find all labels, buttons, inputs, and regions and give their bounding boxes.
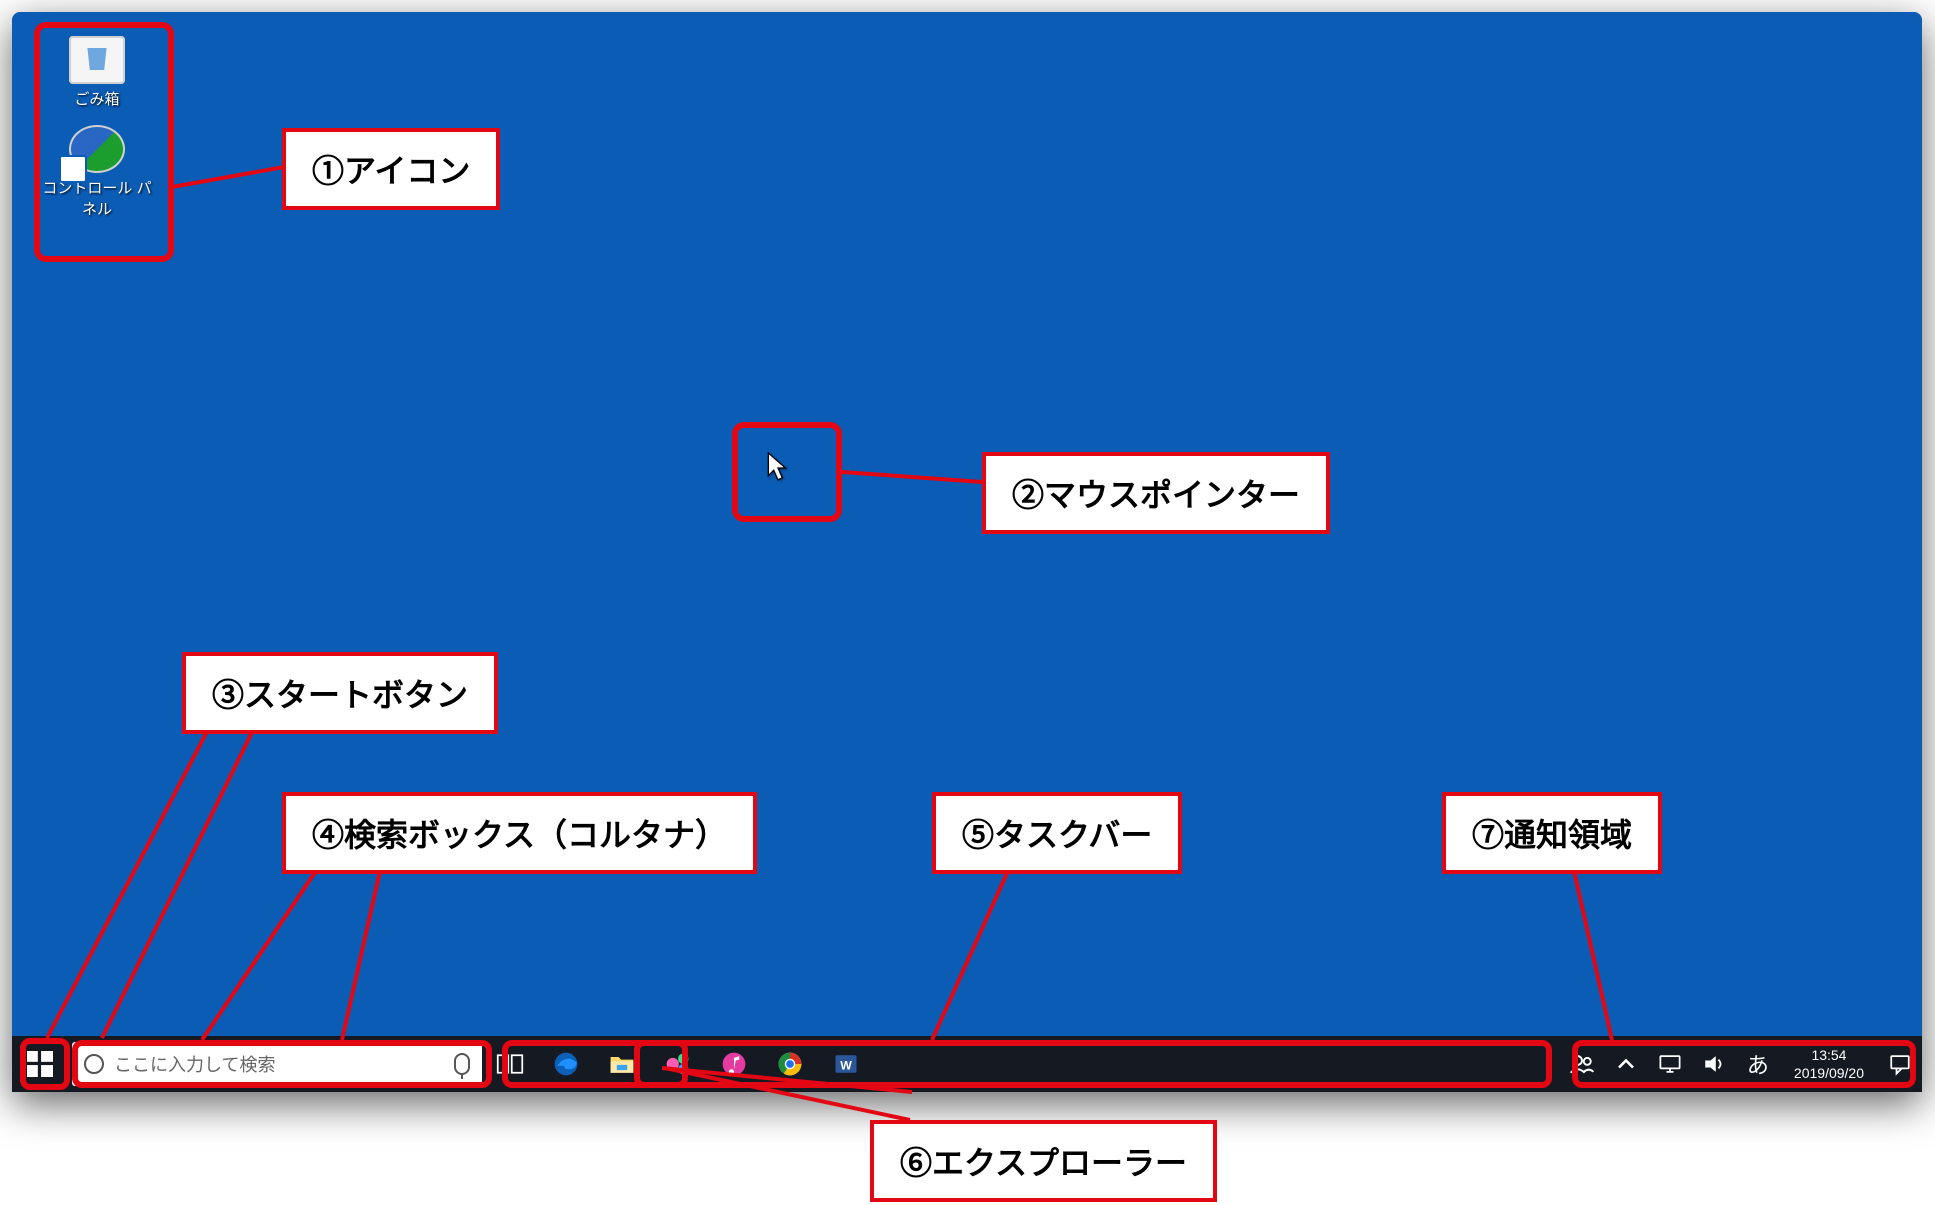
- pinned-apps: W: [482, 1036, 874, 1092]
- search-box-cortana[interactable]: ここに入力して検索: [72, 1042, 482, 1086]
- desktop-icon-control-panel[interactable]: コントロール パネル: [42, 119, 152, 229]
- annotation-5: ⑤タスクバー: [932, 792, 1182, 874]
- annotation-6: ⑥エクスプローラー: [870, 1120, 1217, 1202]
- edge-icon[interactable]: [538, 1036, 594, 1092]
- leader-3a: [47, 722, 212, 1038]
- recycle-bin-icon: [69, 36, 125, 84]
- annotation-1: ①アイコン: [282, 128, 500, 210]
- leader-4a: [202, 862, 322, 1040]
- microphone-icon: [454, 1053, 470, 1075]
- word-icon[interactable]: W: [818, 1036, 874, 1092]
- show-hidden-icons[interactable]: [1604, 1036, 1648, 1092]
- action-center-icon[interactable]: [1878, 1036, 1922, 1092]
- task-view-button[interactable]: [482, 1036, 538, 1092]
- clock-date-text: 2019/09/20: [1794, 1064, 1864, 1082]
- icon-label: ごみ箱: [74, 88, 119, 109]
- clock-date[interactable]: 13:54 2019/09/20: [1780, 1036, 1878, 1092]
- leader-1: [172, 167, 284, 187]
- control-panel-icon: [69, 125, 125, 173]
- file-explorer-icon[interactable]: [594, 1036, 650, 1092]
- display-settings-icon[interactable]: [1648, 1036, 1692, 1092]
- notification-area: あ 13:54 2019/09/20: [1560, 1036, 1922, 1092]
- app-icon-1[interactable]: [650, 1036, 706, 1092]
- volume-icon[interactable]: [1692, 1036, 1736, 1092]
- people-icon[interactable]: [1560, 1036, 1604, 1092]
- leader-3b: [102, 722, 257, 1038]
- search-placeholder: ここに入力して検索: [114, 1051, 444, 1077]
- start-button[interactable]: [12, 1036, 68, 1092]
- cortana-circle-icon: [84, 1054, 104, 1074]
- music-icon[interactable]: [706, 1036, 762, 1092]
- desktop-icons-area: ごみ箱 コントロール パネル: [42, 30, 162, 229]
- leader-7: [1572, 862, 1612, 1040]
- leader-5: [932, 862, 1012, 1040]
- windows-desktop-screenshot: ごみ箱 コントロール パネル ここに入力して検索: [12, 12, 1922, 1092]
- chrome-icon[interactable]: [762, 1036, 818, 1092]
- annotation-2: ②マウスポインター: [982, 452, 1330, 534]
- annotation-4: ④検索ボックス（コルタナ）: [282, 792, 757, 874]
- taskbar: ここに入力して検索 W: [12, 1036, 1922, 1092]
- svg-text:W: W: [840, 1058, 852, 1072]
- annotation-7: ⑦通知領域: [1442, 792, 1662, 874]
- ime-label: あ: [1747, 1048, 1769, 1080]
- desktop-icon-recycle-bin[interactable]: ごみ箱: [42, 30, 152, 119]
- mouse-pointer-icon: [767, 452, 789, 482]
- leader-2: [842, 472, 982, 482]
- clock-time: 13:54: [1811, 1046, 1846, 1064]
- annotation-3: ③スタートボタン: [182, 652, 498, 734]
- leader-4b: [342, 862, 382, 1040]
- ime-indicator[interactable]: あ: [1736, 1036, 1780, 1092]
- icon-label: コントロール パネル: [42, 177, 152, 219]
